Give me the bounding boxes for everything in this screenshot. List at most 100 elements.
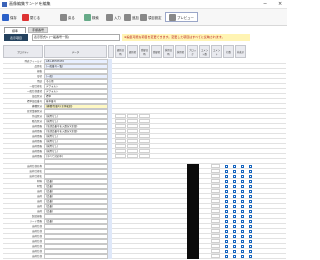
row-checkbox[interactable] <box>249 205 252 208</box>
row-checkbox[interactable] <box>233 225 236 228</box>
numeric-cell[interactable] <box>211 199 220 203</box>
row-checkbox[interactable] <box>249 225 252 228</box>
numeric-cell[interactable] <box>211 229 220 233</box>
numeric-cell[interactable] <box>115 124 126 128</box>
row-checkbox[interactable] <box>241 225 244 228</box>
row-checkbox[interactable] <box>233 230 236 233</box>
row-checkbox[interactable] <box>225 240 228 243</box>
row-checkbox[interactable] <box>225 215 228 218</box>
toolbar-button-7[interactable]: プレビュー <box>165 12 198 22</box>
row-checkbox[interactable] <box>233 245 236 248</box>
row-checkbox[interactable] <box>225 255 228 258</box>
row-checkbox[interactable] <box>241 165 244 168</box>
row-checkbox[interactable] <box>241 235 244 238</box>
row-checkbox[interactable] <box>249 175 252 178</box>
row-checkbox[interactable] <box>241 175 244 178</box>
toolbar-button-3[interactable]: 検索 <box>84 12 99 22</box>
numeric-cell[interactable] <box>211 254 220 258</box>
numeric-cell[interactable] <box>211 169 220 173</box>
row-checkbox[interactable] <box>225 230 228 233</box>
numeric-cell[interactable] <box>211 214 220 218</box>
row-checkbox[interactable] <box>233 185 236 188</box>
numeric-cell[interactable] <box>127 119 138 123</box>
row-checkbox[interactable] <box>241 195 244 198</box>
row-checkbox[interactable] <box>225 190 228 193</box>
row-checkbox[interactable] <box>249 195 252 198</box>
display-items-button[interactable]: 表示項目 <box>4 34 28 41</box>
column-header[interactable]: 登録者 <box>151 45 162 58</box>
tab-standard[interactable]: 標準 <box>4 27 26 33</box>
row-checkbox[interactable] <box>241 220 244 223</box>
row-checkbox[interactable] <box>233 255 236 258</box>
row-checkbox[interactable] <box>225 250 228 253</box>
row-checkbox[interactable] <box>241 210 244 213</box>
numeric-cell[interactable] <box>139 124 150 128</box>
row-checkbox[interactable] <box>249 240 252 243</box>
column-header[interactable]: 更新日時 <box>115 45 126 58</box>
row-checkbox[interactable] <box>249 190 252 193</box>
numeric-cell[interactable] <box>115 154 126 158</box>
column-header[interactable]: コメント数 <box>199 45 210 58</box>
toolbar-button-2[interactable]: 戻る <box>60 12 75 22</box>
numeric-cell[interactable] <box>127 154 138 158</box>
row-checkbox[interactable] <box>225 220 228 223</box>
tab-procedure[interactable]: 手順番号 <box>28 27 48 33</box>
numeric-cell[interactable] <box>115 129 126 133</box>
row-checkbox[interactable] <box>249 210 252 213</box>
row-checkbox[interactable] <box>241 205 244 208</box>
row-checkbox[interactable] <box>225 165 228 168</box>
column-header[interactable]: コメント <box>211 45 222 58</box>
numeric-cell[interactable] <box>127 139 138 143</box>
toolbar-button-5[interactable]: 追加 <box>124 12 139 22</box>
row-checkbox[interactable] <box>233 195 236 198</box>
row-checkbox[interactable] <box>233 175 236 178</box>
numeric-cell[interactable] <box>139 119 150 123</box>
numeric-cell[interactable] <box>115 149 126 153</box>
row-checkbox[interactable] <box>225 195 228 198</box>
column-header[interactable]: 非表示 <box>235 45 246 58</box>
numeric-cell[interactable] <box>139 144 150 148</box>
numeric-cell[interactable] <box>127 134 138 138</box>
toolbar-button-1[interactable]: 閉じる <box>22 12 40 22</box>
numeric-cell[interactable] <box>211 174 220 178</box>
row-checkbox[interactable] <box>241 200 244 203</box>
column-header[interactable]: 採用日時 <box>163 45 174 58</box>
row-checkbox[interactable] <box>233 250 236 253</box>
row-checkbox[interactable] <box>241 250 244 253</box>
row-checkbox[interactable] <box>225 225 228 228</box>
toolbar-button-6[interactable]: 項目設定 <box>140 12 162 22</box>
row-checkbox[interactable] <box>233 240 236 243</box>
numeric-cell[interactable] <box>127 149 138 153</box>
numeric-cell[interactable] <box>115 139 126 143</box>
column-header[interactable]: 登録日時 <box>139 45 150 58</box>
column-header[interactable]: 行数 <box>223 45 234 58</box>
row-checkbox[interactable] <box>225 205 228 208</box>
row-checkbox[interactable] <box>241 180 244 183</box>
toolbar-button-0[interactable]: 保存 <box>2 12 17 22</box>
numeric-cell[interactable] <box>211 224 220 228</box>
column-header[interactable]: ブロック <box>187 45 198 58</box>
numeric-cell[interactable] <box>211 244 220 248</box>
numeric-cell[interactable] <box>127 124 138 128</box>
numeric-cell[interactable] <box>115 134 126 138</box>
numeric-cell[interactable] <box>139 139 150 143</box>
row-checkbox[interactable] <box>249 215 252 218</box>
row-checkbox[interactable] <box>225 185 228 188</box>
toolbar-button-4[interactable]: 入力 <box>106 12 121 22</box>
close-icon[interactable]: × <box>278 1 282 8</box>
numeric-cell[interactable] <box>127 129 138 133</box>
row-checkbox[interactable] <box>249 250 252 253</box>
numeric-cell[interactable] <box>115 119 126 123</box>
row-checkbox[interactable] <box>233 215 236 218</box>
row-checkbox[interactable] <box>241 190 244 193</box>
row-checkbox[interactable] <box>225 210 228 213</box>
minimize-icon[interactable]: − <box>263 1 267 8</box>
row-checkbox[interactable] <box>249 245 252 248</box>
numeric-cell[interactable] <box>139 129 150 133</box>
numeric-cell[interactable] <box>211 189 220 193</box>
column-header[interactable]: 採用者 <box>175 45 186 58</box>
row-checkbox[interactable] <box>241 215 244 218</box>
column-header[interactable]: プロパティ <box>3 45 43 58</box>
row-checkbox[interactable] <box>233 210 236 213</box>
numeric-cell[interactable] <box>211 234 220 238</box>
